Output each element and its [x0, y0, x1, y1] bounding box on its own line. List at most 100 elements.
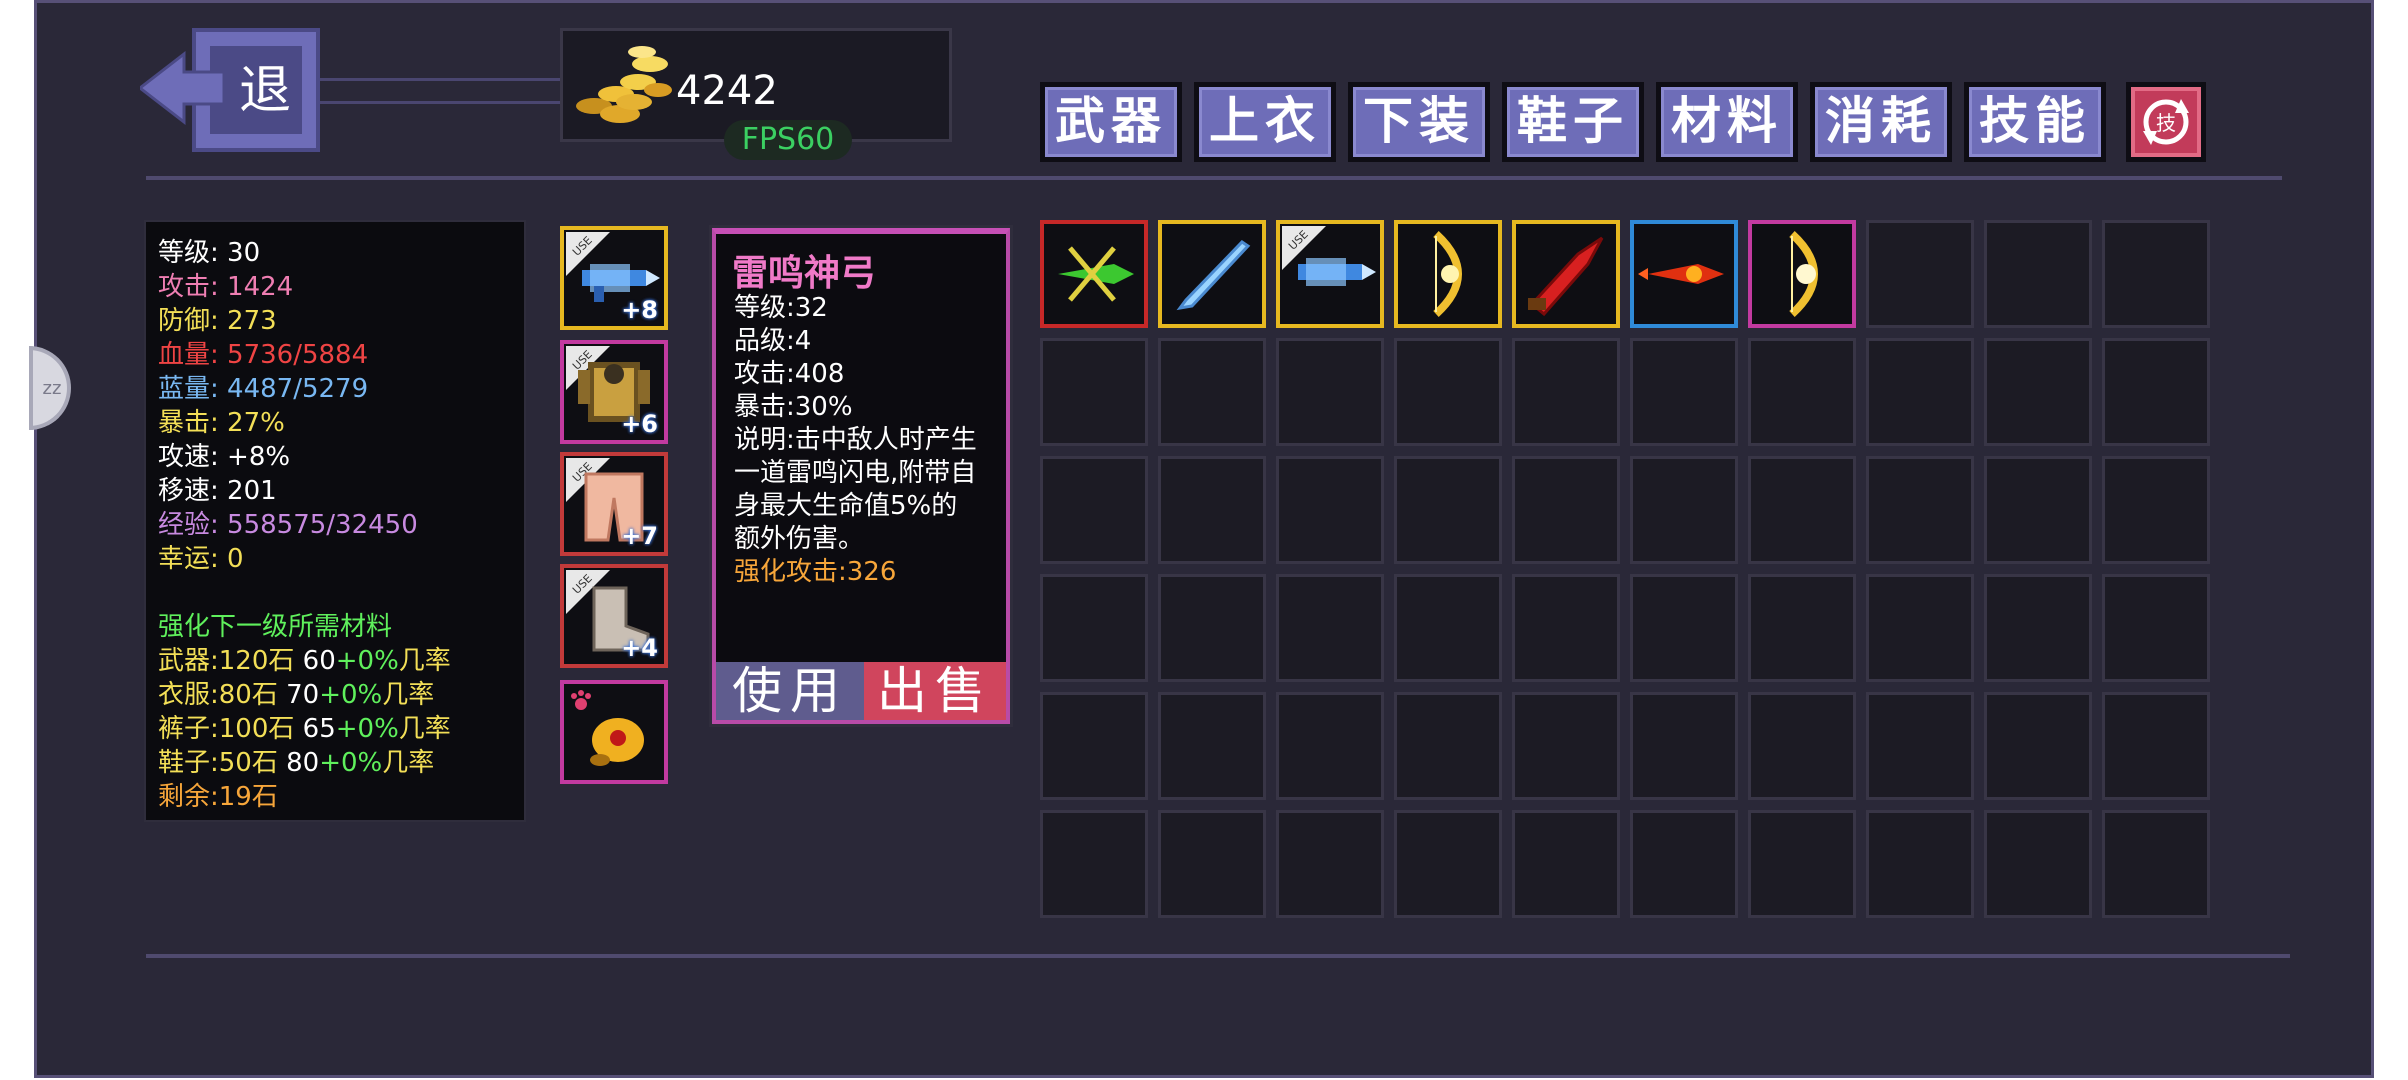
inventory-item-slot[interactable] [1748, 220, 1856, 328]
inventory-item-slot[interactable] [1040, 220, 1148, 328]
inventory-empty-slot[interactable] [1984, 692, 2092, 800]
inventory-empty-slot[interactable] [1748, 810, 1856, 918]
inventory-empty-slot[interactable] [1748, 456, 1856, 564]
inventory-item-slot[interactable]: USE [1276, 220, 1384, 328]
golden-bow-icon [1433, 231, 1462, 317]
equipped-boots-slot[interactable]: USE +4 [560, 564, 668, 668]
inventory-empty-slot[interactable] [1984, 574, 2092, 682]
inventory-empty-slot[interactable] [1040, 574, 1148, 682]
inventory-empty-slot[interactable] [1866, 574, 1974, 682]
back-button[interactable]: 退 [140, 28, 560, 152]
inventory-empty-slot[interactable] [1630, 810, 1738, 918]
inventory-empty-slot[interactable] [2102, 574, 2210, 682]
back-button-trail [320, 78, 560, 104]
sell-button[interactable]: 出售 [864, 662, 1006, 720]
inventory-empty-slot[interactable] [1866, 456, 1974, 564]
inventory-empty-slot[interactable] [1630, 338, 1738, 446]
inventory-empty-slot[interactable] [1394, 456, 1502, 564]
inventory-empty-slot[interactable] [1394, 338, 1502, 446]
green-crossbow-icon [1058, 246, 1134, 302]
tab-weapon[interactable]: 武器 [1040, 82, 1182, 162]
side-tab[interactable]: zz [29, 346, 71, 430]
inventory-empty-slot[interactable] [2102, 338, 2210, 446]
inventory-empty-slot[interactable] [1866, 810, 1974, 918]
stat-level: 等级: 30 [158, 238, 261, 268]
materials-title: 强化下一级所需材料 [158, 612, 393, 642]
inventory-item-slot[interactable] [1394, 220, 1502, 328]
inventory-empty-slot[interactable] [1512, 810, 1620, 918]
inventory-empty-slot[interactable] [1866, 692, 1974, 800]
stat-luck: 幸运: 0 [158, 544, 244, 574]
inventory-empty-slot[interactable] [1394, 574, 1502, 682]
inventory-item-slot[interactable] [1158, 220, 1266, 328]
inventory-empty-slot[interactable] [1158, 456, 1266, 564]
tab-shoes[interactable]: 鞋子 [1502, 82, 1644, 162]
inventory-empty-slot[interactable] [1866, 338, 1974, 446]
inventory-empty-slot[interactable] [1158, 810, 1266, 918]
inventory-empty-slot[interactable] [1984, 338, 2092, 446]
inventory-empty-slot[interactable] [1040, 810, 1148, 918]
material-pants: 裤子:100石 65+0%几率 [158, 714, 451, 744]
inventory-empty-slot[interactable] [1748, 692, 1856, 800]
equipped-weapon-slot[interactable]: USE +8 [560, 226, 668, 330]
skill-refresh-button[interactable]: 技 [2126, 82, 2206, 162]
inventory-empty-slot[interactable] [1158, 692, 1266, 800]
inventory-empty-slot[interactable] [1158, 338, 1266, 446]
inventory-empty-slot[interactable] [1866, 220, 1974, 328]
inventory-empty-slot[interactable] [1394, 692, 1502, 800]
inventory-empty-slot[interactable] [1630, 456, 1738, 564]
inventory-empty-slot[interactable] [1512, 692, 1620, 800]
tab-skills[interactable]: 技能 [1964, 82, 2106, 162]
inventory-empty-slot[interactable] [1040, 692, 1148, 800]
inventory-empty-slot[interactable] [2102, 692, 2210, 800]
inventory-empty-slot[interactable] [1276, 810, 1384, 918]
stat-attack-speed: 攻速: +8% [158, 442, 291, 472]
inventory-empty-slot[interactable] [1040, 338, 1148, 446]
stat-mp: 蓝量: 4487/5279 [158, 374, 369, 404]
inventory-empty-slot[interactable] [1512, 338, 1620, 446]
inventory-empty-slot[interactable] [1984, 810, 2092, 918]
inventory-empty-slot[interactable] [1276, 574, 1384, 682]
inventory-empty-slot[interactable] [1748, 338, 1856, 446]
stat-move-speed: 移速: 201 [158, 476, 277, 506]
inventory-empty-slot[interactable] [1512, 456, 1620, 564]
inventory-empty-slot[interactable] [1630, 692, 1738, 800]
skill-glyph: 技 [2156, 111, 2176, 135]
inventory-item-slot[interactable] [1512, 220, 1620, 328]
tab-bottom[interactable]: 下装 [1348, 82, 1490, 162]
item-crit: 暴击:30% [734, 392, 853, 422]
inventory-empty-slot[interactable] [2102, 810, 2210, 918]
equipped-armor-slot[interactable]: USE +6 [560, 340, 668, 444]
item-grade: 品级:4 [734, 326, 812, 356]
use-button[interactable]: 使用 [716, 662, 864, 720]
pet-icon [590, 718, 644, 766]
equipped-pants-slot[interactable]: USE +7 [560, 452, 668, 556]
thunder-bow-icon [1789, 231, 1818, 317]
stat-hp: 血量: 5736/5884 [158, 340, 369, 370]
character-stats: 等级: 30 攻击: 1424 防御: 273 血量: 5736/5884 蓝量… [144, 220, 526, 822]
bottom-divider [146, 954, 2290, 958]
item-attack: 攻击:408 [734, 359, 845, 389]
inventory-empty-slot[interactable] [1276, 456, 1384, 564]
material-weapon: 武器:120石 60+0%几率 [158, 646, 451, 676]
fps-indicator: FPS60 [724, 120, 852, 160]
tab-top[interactable]: 上衣 [1194, 82, 1336, 162]
tab-materials[interactable]: 材料 [1656, 82, 1798, 162]
equipped-pet-slot[interactable] [560, 680, 668, 784]
inventory-empty-slot[interactable] [1276, 338, 1384, 446]
inventory-empty-slot[interactable] [1276, 692, 1384, 800]
inventory-empty-slot[interactable] [1394, 810, 1502, 918]
inventory-empty-slot[interactable] [1630, 574, 1738, 682]
material-clothes: 衣服:80石 70+0%几率 [158, 680, 435, 710]
stat-attack: 攻击: 1424 [158, 272, 294, 302]
inventory-item-slot[interactable] [1630, 220, 1738, 328]
inventory-empty-slot[interactable] [2102, 220, 2210, 328]
inventory-empty-slot[interactable] [1512, 574, 1620, 682]
inventory-empty-slot[interactable] [1158, 574, 1266, 682]
inventory-empty-slot[interactable] [1984, 220, 2092, 328]
inventory-empty-slot[interactable] [1984, 456, 2092, 564]
inventory-empty-slot[interactable] [1040, 456, 1148, 564]
inventory-empty-slot[interactable] [1748, 574, 1856, 682]
inventory-empty-slot[interactable] [2102, 456, 2210, 564]
tab-consumables[interactable]: 消耗 [1810, 82, 1952, 162]
